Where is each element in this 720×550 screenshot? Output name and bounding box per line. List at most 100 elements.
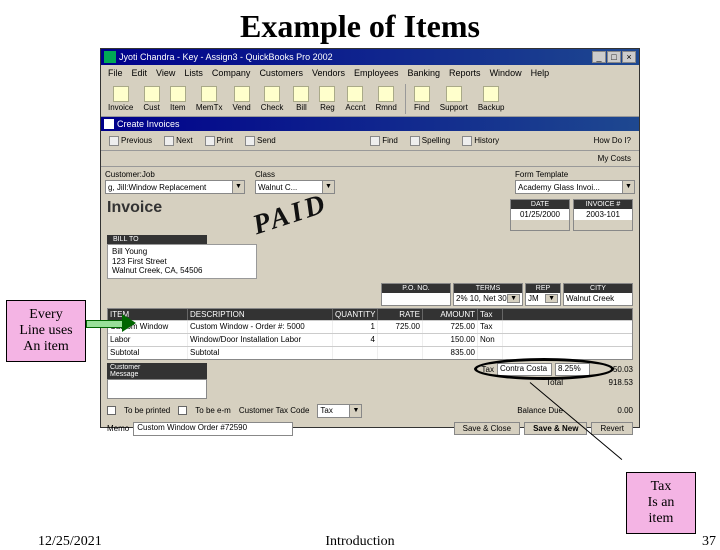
customer-job-label: Customer:Job bbox=[105, 170, 245, 179]
find-icon bbox=[414, 86, 430, 102]
chevron-down-icon: ▼ bbox=[545, 294, 558, 303]
cust-tax-dropdown[interactable]: Tax▼ bbox=[317, 404, 362, 418]
invoice-num-box: INVOICE # 2003-101 bbox=[573, 199, 633, 231]
save-close-button[interactable]: Save & Close bbox=[454, 422, 520, 435]
po-box: P.O. NO. bbox=[381, 283, 451, 306]
bottom-checkbox-row: To be printed To be e-m Customer Tax Cod… bbox=[101, 402, 639, 420]
tax-item-dropdown[interactable]: Contra Costa bbox=[497, 363, 552, 376]
chevron-down-icon: ▼ bbox=[322, 181, 334, 193]
minimize-button[interactable]: _ bbox=[592, 51, 606, 63]
history-button[interactable]: History bbox=[458, 135, 503, 147]
table-row[interactable]: Custom WindowCustom Window - Order #: 50… bbox=[108, 320, 632, 333]
terms-dropdown[interactable]: 2% 10, Net 30▼ bbox=[454, 293, 522, 305]
tb-memtx[interactable]: MemTx bbox=[192, 85, 227, 113]
next-button[interactable]: Next bbox=[160, 135, 196, 147]
bill-to-section: BILL TO Bill Young 123 First Street Waln… bbox=[101, 233, 639, 281]
rmnd-icon bbox=[378, 86, 394, 102]
menu-banking[interactable]: Banking bbox=[405, 68, 444, 78]
tb-bill[interactable]: Bill bbox=[289, 85, 313, 113]
vend-icon bbox=[234, 86, 250, 102]
rep-dropdown[interactable]: JM▼ bbox=[526, 293, 560, 305]
tb-find[interactable]: Find bbox=[410, 85, 434, 113]
print-button[interactable]: Print bbox=[201, 135, 237, 147]
menu-lists[interactable]: Lists bbox=[181, 68, 206, 78]
table-row[interactable]: LaborWindow/Door Installation Labor4150.… bbox=[108, 333, 632, 346]
tb-backup[interactable]: Backup bbox=[474, 85, 509, 113]
tb-support[interactable]: Support bbox=[436, 85, 472, 113]
tb-reg[interactable]: Reg bbox=[315, 85, 339, 113]
tb-vend[interactable]: Vend bbox=[228, 85, 254, 113]
item-icon bbox=[170, 86, 186, 102]
menu-customers[interactable]: Customers bbox=[256, 68, 306, 78]
date-field[interactable]: 01/25/2000 bbox=[511, 209, 569, 220]
memtx-icon bbox=[201, 86, 217, 102]
rep-box: REPJM▼ bbox=[525, 283, 561, 306]
tb-invoice[interactable]: Invoice bbox=[104, 85, 137, 113]
bill-to-address[interactable]: Bill Young 123 First Street Walnut Creek… bbox=[107, 244, 257, 279]
tb-cust[interactable]: Cust bbox=[139, 85, 163, 113]
howdoi-button[interactable]: How Do I? bbox=[590, 135, 635, 146]
total-line: Total918.53 bbox=[546, 378, 633, 387]
callout-arrow-left bbox=[86, 316, 136, 330]
customer-message: Customer Message bbox=[107, 363, 207, 399]
memo-row: Memo Custom Window Order #72590 Save & C… bbox=[101, 420, 639, 438]
menu-reports[interactable]: Reports bbox=[446, 68, 484, 78]
print-icon bbox=[205, 136, 215, 146]
invoice-toolbar: Previous Next Print Send Find Spelling H… bbox=[101, 131, 639, 151]
toolbar-separator bbox=[405, 84, 406, 114]
city-field[interactable]: Walnut Creek bbox=[564, 293, 632, 305]
customer-job-dropdown[interactable]: g, Jill:Window Replacement▼ bbox=[105, 180, 245, 194]
menu-edit[interactable]: Edit bbox=[129, 68, 151, 78]
titlebar: Jyoti Chandra - Key - Assign3 - QuickBoo… bbox=[101, 49, 639, 65]
invoice-num-field[interactable]: 2003-101 bbox=[574, 209, 632, 220]
totals-section: Customer Message Tax Contra Costa 8.25% … bbox=[101, 360, 639, 402]
send-button[interactable]: Send bbox=[241, 135, 280, 147]
template-dropdown[interactable]: Academy Glass Invoi...▼ bbox=[515, 180, 635, 194]
to-be-printed-checkbox[interactable] bbox=[107, 406, 116, 415]
mycosts-button[interactable]: My Costs bbox=[594, 153, 635, 164]
menu-window[interactable]: Window bbox=[487, 68, 525, 78]
invoice-icon bbox=[113, 86, 129, 102]
invoice-window-icon bbox=[104, 119, 114, 129]
backup-icon bbox=[483, 86, 499, 102]
table-header: ITEM DESCRIPTION QUANTITY RATE AMOUNT Ta… bbox=[108, 309, 632, 320]
tb-accnt[interactable]: Accnt bbox=[341, 85, 369, 113]
close-button[interactable]: × bbox=[622, 51, 636, 63]
find-button[interactable]: Find bbox=[366, 135, 402, 147]
menu-employees[interactable]: Employees bbox=[351, 68, 402, 78]
maximize-button[interactable]: □ bbox=[607, 51, 621, 63]
po-field[interactable] bbox=[382, 293, 450, 305]
next-icon bbox=[164, 136, 174, 146]
menubar: File Edit View Lists Company Customers V… bbox=[101, 65, 639, 81]
spelling-button[interactable]: Spelling bbox=[406, 135, 454, 147]
history-icon bbox=[462, 136, 472, 146]
to-be-emailed-checkbox[interactable] bbox=[178, 406, 187, 415]
save-new-button[interactable]: Save & New bbox=[524, 422, 587, 435]
reg-icon bbox=[319, 86, 335, 102]
revert-button[interactable]: Revert bbox=[591, 422, 633, 435]
tb-rmnd[interactable]: Rmnd bbox=[371, 85, 400, 113]
cust-icon bbox=[144, 86, 160, 102]
check-icon bbox=[264, 86, 280, 102]
footer-center: Introduction bbox=[325, 534, 394, 550]
menu-help[interactable]: Help bbox=[528, 68, 553, 78]
chevron-down-icon: ▼ bbox=[349, 405, 361, 417]
chevron-down-icon: ▼ bbox=[622, 181, 634, 193]
slide-title: Example of Items bbox=[0, 0, 720, 49]
menu-company[interactable]: Company bbox=[209, 68, 254, 78]
prev-button[interactable]: Previous bbox=[105, 135, 156, 147]
balance-due-line: Balance Due0.00 bbox=[517, 406, 633, 415]
menu-view[interactable]: View bbox=[153, 68, 178, 78]
menu-vendors[interactable]: Vendors bbox=[309, 68, 348, 78]
custmsg-dropdown[interactable] bbox=[107, 379, 207, 399]
table-row[interactable]: SubtotalSubtotal835.00 bbox=[108, 346, 632, 359]
memo-input[interactable]: Custom Window Order #72590 bbox=[133, 422, 293, 436]
menu-file[interactable]: File bbox=[105, 68, 126, 78]
terms-box: TERMS2% 10, Net 30▼ bbox=[453, 283, 523, 306]
window-title: Jyoti Chandra - Key - Assign3 - QuickBoo… bbox=[119, 52, 333, 62]
invoice-toolbar-2: My Costs bbox=[101, 151, 639, 167]
tb-item[interactable]: Item bbox=[166, 85, 190, 113]
tax-pct: 8.25% bbox=[555, 363, 590, 376]
tb-check[interactable]: Check bbox=[257, 85, 288, 113]
callout-every-line: Every Line uses An item bbox=[6, 300, 86, 362]
